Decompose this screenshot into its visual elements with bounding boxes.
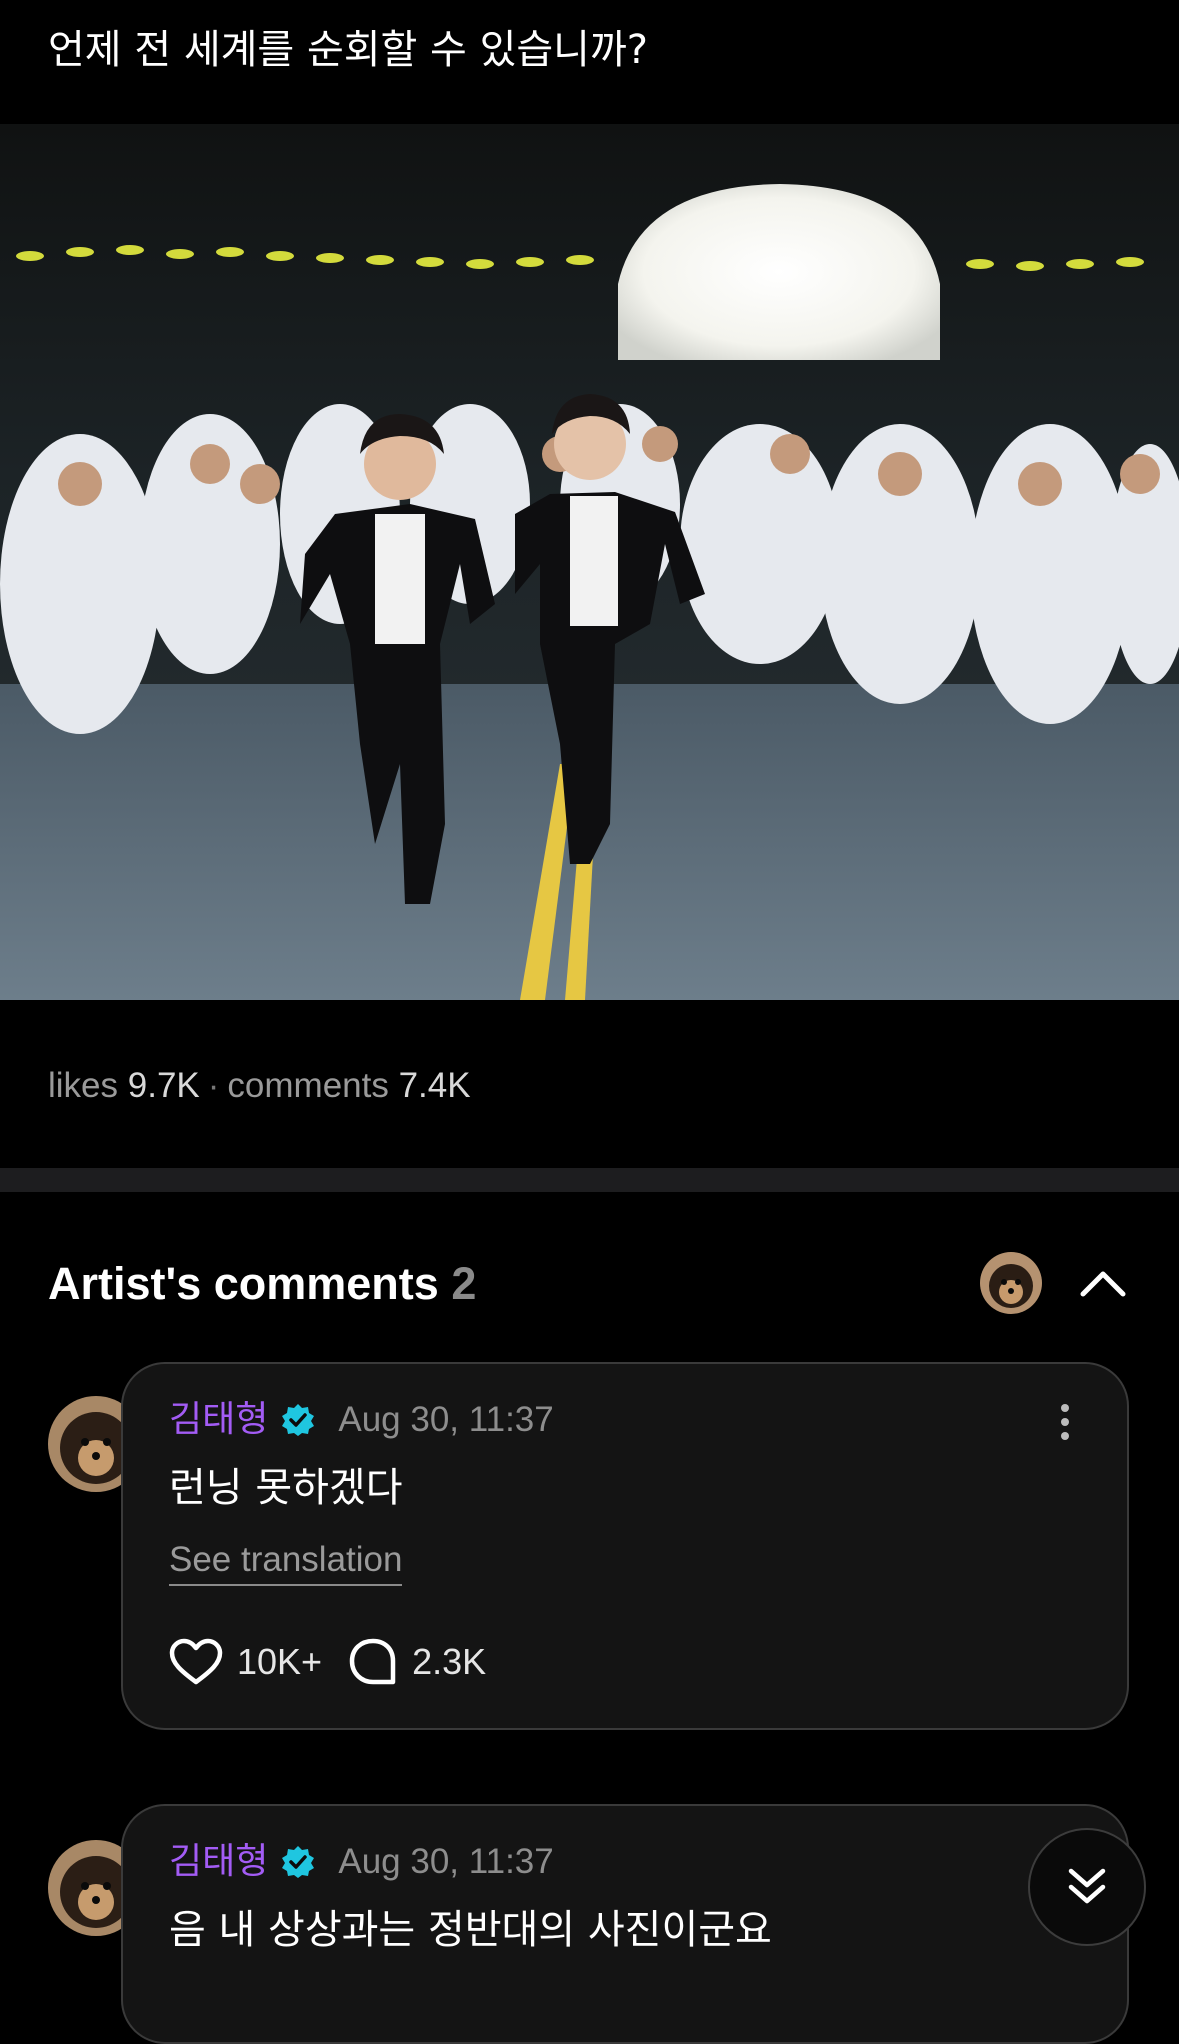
artist-comments-count: 2 <box>451 1258 477 1309</box>
scroll-down-button[interactable] <box>1028 1828 1146 1946</box>
pomeranian-avatar-icon <box>980 1252 1042 1314</box>
comment-bubble-icon <box>349 1638 396 1685</box>
post-text: 언제 전 세계를 순회할 수 있습니까? <box>48 27 649 73</box>
comment-text: 음 내 상상과는 정반대의 사진이군요 <box>169 1907 772 1953</box>
likes-value[interactable]: 9.7K <box>128 1066 200 1105</box>
double-chevron-down-icon <box>1068 1868 1106 1904</box>
artist-comments-header: Artist's comments 2 <box>48 1254 476 1314</box>
comments-label: comments <box>227 1066 389 1105</box>
photo-illustration <box>0 124 1179 1000</box>
verified-badge-icon <box>282 1846 315 1878</box>
artist-comments-title: Artist's comments <box>48 1258 439 1309</box>
comment-meta: 김태형 Aug 30, 11:37 <box>169 1834 554 1890</box>
comment-text: 런닝 못하겠다 <box>169 1465 403 1511</box>
more-vertical-icon[interactable] <box>1053 1402 1077 1442</box>
collapse-button[interactable] <box>1072 1252 1134 1314</box>
reply-count: 2.3K <box>412 1641 487 1682</box>
reply-button[interactable]: 2.3K <box>348 1637 486 1687</box>
comment-actions: 10K+ 2.3K <box>169 1632 486 1692</box>
comment-author[interactable]: 김태형 <box>169 1392 268 1448</box>
stats-separator: · <box>207 1066 220 1105</box>
likes-label: likes <box>48 1066 119 1105</box>
post-photo[interactable] <box>0 124 1179 1000</box>
comment-time: Aug 30, 11:37 <box>338 1842 554 1881</box>
chevron-up-icon <box>1080 1271 1126 1297</box>
see-translation-link[interactable]: See translation <box>169 1536 403 1586</box>
like-count: 10K+ <box>237 1641 323 1682</box>
comments-value[interactable]: 7.4K <box>399 1066 471 1105</box>
heart-icon <box>169 1638 223 1685</box>
verified-badge-icon <box>282 1404 315 1436</box>
section-divider <box>0 1168 1179 1192</box>
comment-author[interactable]: 김태형 <box>169 1834 268 1890</box>
comment-time: Aug 30, 11:37 <box>338 1400 554 1439</box>
post-stats: likes 9.7K · comments 7.4K <box>48 1058 471 1114</box>
comment-meta: 김태형 Aug 30, 11:37 <box>169 1392 554 1448</box>
artist-avatar-small[interactable] <box>980 1252 1042 1314</box>
like-button[interactable]: 10K+ <box>169 1638 322 1686</box>
comment-card: 김태형 Aug 30, 11:37 런닝 못하겠다 See translatio… <box>121 1362 1129 1730</box>
comment-card: 김태형 Aug 30, 11:37 음 내 상상과는 정반대의 사진이군요 <box>121 1804 1129 2044</box>
